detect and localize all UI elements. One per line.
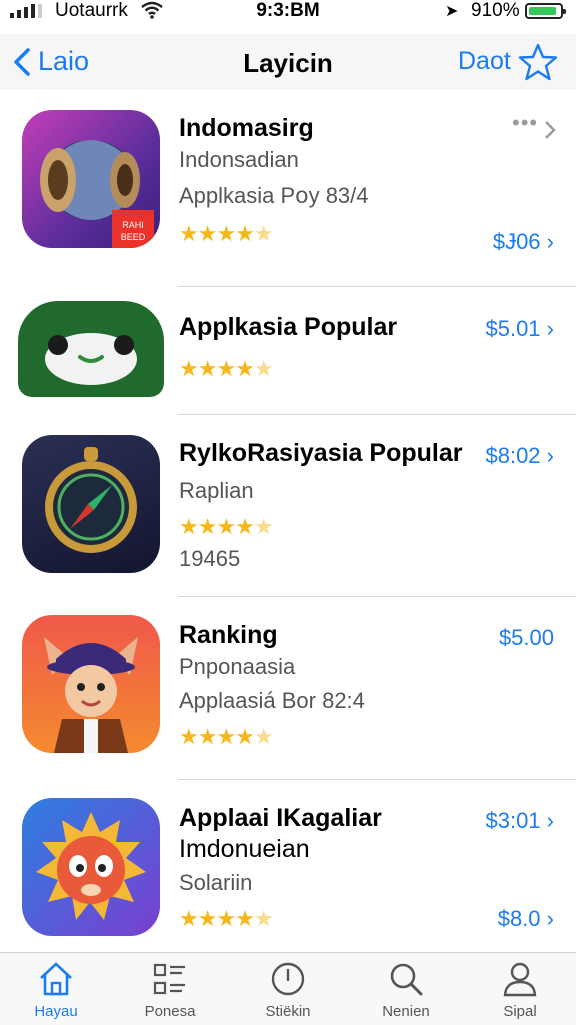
- tab-clock[interactable]: Stiëkin: [238, 959, 338, 1020]
- list-item[interactable]: RylkoRasiyasia Popular Raplian ★★★★★ 194…: [0, 415, 576, 597]
- rating-stars: ★★★★★: [179, 221, 274, 246]
- svg-text:BEED: BEED: [121, 232, 146, 242]
- tab-bar: Hayau Ponesa Stiëkin Nenien Sipal: [0, 952, 576, 1025]
- app-price[interactable]: $8:02 ›: [485, 443, 554, 469]
- tab-label: Hayau: [34, 1003, 78, 1020]
- list-icon: [153, 963, 185, 995]
- app-info: Ranking Pnponaasia Applaasiá Bor 82:4 ★★…: [179, 621, 365, 750]
- price-text: $8.0: [497, 906, 541, 931]
- list-item[interactable]: Ranking Pnponaasia Applaasiá Bor 82:4 ★★…: [0, 597, 576, 780]
- app-subtitle: Indonsadian: [179, 147, 299, 172]
- app-subtitle: Pnponaasia: [179, 654, 296, 679]
- tab-label: Stiëkin: [265, 1003, 311, 1020]
- tab-label: Nenien: [382, 1003, 430, 1020]
- app-price[interactable]: $5.00: [499, 625, 554, 651]
- price-text: $3:01: [485, 808, 541, 833]
- app-info: Indomasirg Indonsadian Applkasia Pօy 83/…: [179, 114, 369, 247]
- app-icon-compass: [22, 435, 160, 573]
- rating-stars: ★★★★★: [179, 514, 274, 539]
- pufferfish-icon: [36, 812, 146, 920]
- app-info: Applaai IKagaliar Imdonueian Solariin ★★…: [179, 804, 382, 932]
- tab-label: Ponesa: [144, 1003, 196, 1020]
- compass-icon: [45, 447, 137, 553]
- frog-icon: [45, 333, 137, 385]
- location-arrow-icon: ➤: [445, 3, 459, 20]
- app-subtitle: Raplian: [179, 478, 254, 503]
- app-icon-character: [22, 615, 160, 753]
- list-item[interactable]: RAHI BEED Indomasirg Indonsadian Applkas…: [0, 90, 576, 287]
- app-name: Applaai IKagaliar: [179, 804, 382, 832]
- app-subtitle: Imdonueian: [179, 835, 310, 863]
- app-info: Applkasia Popular ★★★★★: [179, 313, 397, 382]
- tab-profile[interactable]: Sipal: [470, 959, 570, 1020]
- app-detail: Solariin: [179, 870, 253, 895]
- app-price-top[interactable]: $3:01 ›: [485, 808, 554, 834]
- app-name: Ranking: [179, 621, 278, 649]
- chevron-right-icon: [545, 121, 556, 139]
- battery-fill: [529, 7, 556, 15]
- tab-home[interactable]: Hayau: [6, 959, 106, 1020]
- app-detail: Applkasia Pօy 83/4: [179, 183, 369, 208]
- app-info: RylkoRasiyasia Popular Raplian ★★★★★ 194…: [179, 439, 462, 572]
- clock-icon: [271, 962, 305, 996]
- search-icon: [390, 963, 423, 996]
- navigation-bar: Laio Layicin Daot: [0, 34, 576, 90]
- svg-text:RAHI: RAHI: [122, 220, 144, 230]
- battery-icon: [525, 3, 566, 19]
- app-name: Indomasirg: [179, 114, 314, 142]
- tab-list[interactable]: Ponesa: [120, 959, 220, 1020]
- more-icon[interactable]: •••: [512, 110, 538, 136]
- rating-stars: ★★★★★: [179, 724, 274, 749]
- price-text: $8:02: [485, 443, 541, 468]
- person-icon: [503, 962, 537, 997]
- price-text: $Ɉ06: [492, 229, 541, 254]
- app-name: RylkoRasiyasia Popular: [179, 439, 463, 467]
- nav-right-button[interactable]: Daot: [458, 47, 511, 76]
- rating-stars: ★★★★★: [179, 906, 274, 931]
- rating-stars: ★★★★★: [179, 356, 274, 381]
- app-price[interactable]: $5.01 ›: [485, 316, 554, 342]
- favorite-star-icon[interactable]: [518, 42, 558, 82]
- battery-percent: 910%: [471, 0, 520, 21]
- app-detail: Applaasiá Bor 82:4: [179, 688, 365, 713]
- status-bar: Uotaurrk 9:3:BM ➤ 910%: [0, 0, 576, 26]
- list-item[interactable]: Applkasia Popular ★★★★★ $5.01 ›: [0, 287, 576, 415]
- home-icon: [40, 962, 72, 996]
- tab-label: Sipal: [503, 1003, 537, 1020]
- price-text: $5.01: [485, 316, 541, 341]
- speaker-icon: RAHI BEED: [40, 140, 154, 248]
- app-icon-frog: [18, 301, 164, 397]
- app-icon-pufferfish: [22, 798, 160, 936]
- app-price[interactable]: $Ɉ06 ›: [493, 229, 554, 255]
- tab-search[interactable]: Nenien: [356, 959, 456, 1020]
- app-name: Applkasia Popular: [179, 313, 398, 341]
- list-item[interactable]: Applaai IKagaliar Imdonueian Solariin ★★…: [0, 780, 576, 952]
- app-detail: 19465: [179, 546, 241, 571]
- app-icon-speaker: RAHI BEED: [22, 110, 160, 248]
- character-icon: [44, 637, 138, 753]
- app-price[interactable]: $8.0 ›: [498, 906, 554, 932]
